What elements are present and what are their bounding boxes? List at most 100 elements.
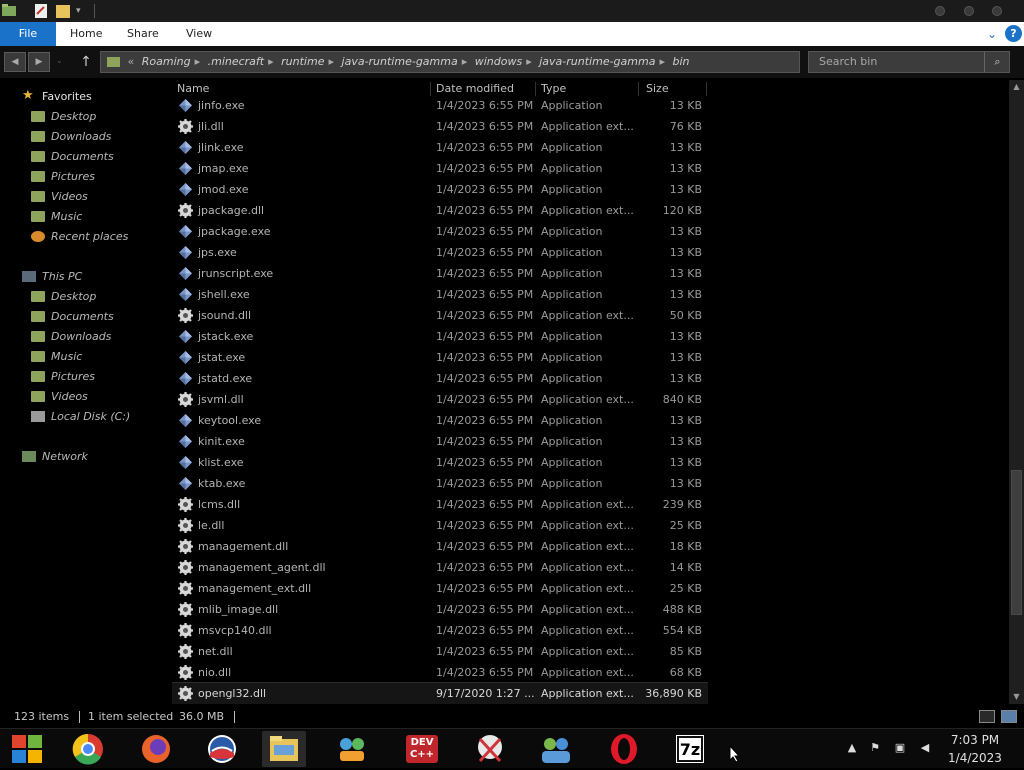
tab-home[interactable]: Home xyxy=(70,22,102,46)
file-name: jpackage.exe xyxy=(198,225,271,238)
tab-view[interactable]: View xyxy=(186,22,212,46)
scroll-up-icon[interactable]: ▲ xyxy=(1009,80,1024,94)
tab-file[interactable]: File xyxy=(0,22,56,46)
file-explorer-icon[interactable] xyxy=(262,731,306,767)
exe-icon xyxy=(178,182,193,197)
scroll-down-icon[interactable]: ▼ xyxy=(1009,690,1024,704)
help-icon[interactable]: ? xyxy=(1005,25,1022,42)
table-row[interactable]: jpackage.exe 1/4/2023 6:55 PM Application 1… xyxy=(172,221,708,242)
breadcrumb-item[interactable]: java-runtime-gamma xyxy=(539,52,655,72)
table-row[interactable]: jsvml.dll 1/4/2023 6:55 PM Application ext… xyxy=(172,389,708,410)
file-name: mlib_image.dll xyxy=(198,603,279,616)
column-divider[interactable] xyxy=(706,82,707,96)
table-row[interactable]: jlink.exe 1/4/2023 6:55 PM Application 13 K… xyxy=(172,137,708,158)
table-row[interactable]: lcms.dll 1/4/2023 6:55 PM Application ext.… xyxy=(172,494,708,515)
scrollbar-thumb[interactable] xyxy=(1011,470,1022,615)
breadcrumb-item[interactable]: runtime xyxy=(281,52,324,72)
7zip-icon[interactable]: 7z xyxy=(668,731,712,767)
opera-icon[interactable] xyxy=(602,731,646,767)
chrome-icon[interactable] xyxy=(66,731,110,767)
table-row[interactable]: management_agent.dll 1/4/2023 6:55 PM Appl… xyxy=(172,557,708,578)
firefox-icon[interactable] xyxy=(134,731,178,767)
table-row[interactable]: mlib_image.dll 1/4/2023 6:55 PM Applicatio… xyxy=(172,599,708,620)
table-row[interactable]: keytool.exe 1/4/2023 6:55 PM Application 13… xyxy=(172,410,708,431)
table-row[interactable]: net.dll 1/4/2023 6:55 PM Application ext..… xyxy=(172,641,708,662)
table-row[interactable]: ktab.exe 1/4/2023 6:55 PM Application 13 KB xyxy=(172,473,708,494)
large-icons-view-icon[interactable] xyxy=(1001,710,1017,723)
breadcrumb-item[interactable]: Roaming xyxy=(142,52,191,72)
maximize-button[interactable] xyxy=(964,6,974,16)
folder-icon[interactable] xyxy=(2,3,16,19)
tray-overflow-icon[interactable]: ▲ xyxy=(845,741,859,755)
breadcrumb-separator-icon[interactable]: ▸ xyxy=(268,52,274,72)
breadcrumb-item[interactable]: windows xyxy=(475,52,522,72)
file-name: jli.dll xyxy=(198,120,224,133)
breadcrumb-item[interactable]: bin xyxy=(672,52,689,72)
start-icon[interactable] xyxy=(6,731,50,767)
vertical-scrollbar[interactable]: ▲ ▼ xyxy=(1009,80,1024,704)
column-divider[interactable] xyxy=(638,82,639,96)
breadcrumb-separator-icon[interactable]: ▸ xyxy=(659,52,665,72)
search-input[interactable]: Search bin ⌕ xyxy=(808,51,1010,73)
back-button[interactable]: ◀ xyxy=(4,52,26,72)
recent-locations-icon[interactable]: ⌄ xyxy=(56,56,63,65)
table-row[interactable]: jli.dll 1/4/2023 6:55 PM Application ext..… xyxy=(172,116,708,137)
table-row[interactable]: jps.exe 1/4/2023 6:55 PM Application 13 KB xyxy=(172,242,708,263)
column-date[interactable]: Date modified xyxy=(436,80,514,98)
search-icon[interactable]: ⌕ xyxy=(984,52,1010,72)
tab-share[interactable]: Share xyxy=(127,22,159,46)
network-tray-icon[interactable]: ▣ xyxy=(893,741,907,755)
table-row[interactable]: jmod.exe 1/4/2023 6:55 PM Application 13 KB xyxy=(172,179,708,200)
column-size[interactable]: Size xyxy=(646,80,669,98)
table-row[interactable]: jrunscript.exe 1/4/2023 6:55 PM Applicatio… xyxy=(172,263,708,284)
breadcrumb-separator-icon[interactable]: ▸ xyxy=(195,52,201,72)
up-arrow-icon[interactable]: ↑ xyxy=(78,52,94,72)
table-row[interactable]: jsound.dll 1/4/2023 6:55 PM Application ex… xyxy=(172,305,708,326)
table-row[interactable]: klist.exe 1/4/2023 6:55 PM Application 13 K… xyxy=(172,452,708,473)
table-row[interactable]: nio.dll 1/4/2023 6:55 PM Application ext..… xyxy=(172,662,708,683)
table-row[interactable]: management.dll 1/4/2023 6:55 PM Applicatio… xyxy=(172,536,708,557)
people-icon[interactable] xyxy=(534,731,578,767)
clock-time[interactable]: 7:03 PM xyxy=(940,733,1010,747)
obama-logo-icon[interactable] xyxy=(200,731,244,767)
volume-icon[interactable]: ◀ xyxy=(918,741,932,755)
clock-date[interactable]: 1/4/2023 xyxy=(940,751,1010,765)
table-row[interactable]: jmap.exe 1/4/2023 6:55 PM Application 13 KB xyxy=(172,158,708,179)
breadcrumb-item[interactable]: java-runtime-gamma xyxy=(342,52,458,72)
breadcrumb-separator-icon[interactable]: ▸ xyxy=(462,52,468,72)
table-row[interactable]: jshell.exe 1/4/2023 6:55 PM Application 13 … xyxy=(172,284,708,305)
forward-button[interactable]: ▶ xyxy=(28,52,50,72)
selection-size: 36.0 MB xyxy=(179,710,225,723)
table-row[interactable]: jstack.exe 1/4/2023 6:55 PM Application 13 … xyxy=(172,326,708,347)
new-folder-icon[interactable] xyxy=(56,3,70,19)
column-name[interactable]: Name xyxy=(177,80,209,98)
dev-cpp-icon[interactable]: DEV C++ xyxy=(400,731,444,767)
breadcrumb-separator-icon[interactable]: ▸ xyxy=(328,52,334,72)
table-row[interactable]: opengl32.dll 9/17/2020 1:27 ... Applicatio… xyxy=(172,682,708,704)
details-view-icon[interactable] xyxy=(979,710,995,723)
column-divider[interactable] xyxy=(535,82,536,96)
close-button[interactable] xyxy=(992,6,1002,16)
table-row[interactable]: jpackage.dll 1/4/2023 6:55 PM Application … xyxy=(172,200,708,221)
table-row[interactable]: le.dll 1/4/2023 6:55 PM Application ext...… xyxy=(172,515,708,536)
table-row[interactable]: management_ext.dll 1/4/2023 6:55 PM Applic… xyxy=(172,578,708,599)
table-row[interactable]: jinfo.exe 1/4/2023 6:55 PM Application 13 K… xyxy=(172,98,708,116)
breadcrumb-separator-icon[interactable]: ▸ xyxy=(526,52,532,72)
table-row[interactable]: jstat.exe 1/4/2023 6:55 PM Application 13 K… xyxy=(172,347,708,368)
breadcrumb-overflow[interactable]: « xyxy=(128,52,135,72)
flag-icon[interactable]: ⚑ xyxy=(868,741,882,755)
address-bar[interactable]: « Roaming ▸ .minecraft ▸ runtime ▸ java-run… xyxy=(100,51,891,73)
table-row[interactable]: msvcp140.dll 1/4/2023 6:55 PM Application … xyxy=(172,620,708,641)
computer-icon xyxy=(22,271,36,282)
scissors-icon[interactable] xyxy=(468,731,512,767)
network-people-icon[interactable] xyxy=(330,731,374,767)
table-row[interactable]: jstatd.exe 1/4/2023 6:55 PM Application 13 … xyxy=(172,368,708,389)
minimize-button[interactable] xyxy=(935,6,945,16)
breadcrumb-item[interactable]: .minecraft xyxy=(208,52,265,72)
table-row[interactable]: kinit.exe 1/4/2023 6:55 PM Application 13 K… xyxy=(172,431,708,452)
column-type[interactable]: Type xyxy=(541,80,566,98)
column-divider[interactable] xyxy=(430,82,431,96)
chevron-down-icon[interactable]: ⌄ xyxy=(984,26,1000,42)
properties-icon[interactable] xyxy=(34,3,48,19)
qat-dropdown-icon[interactable]: ▾ xyxy=(76,3,86,19)
